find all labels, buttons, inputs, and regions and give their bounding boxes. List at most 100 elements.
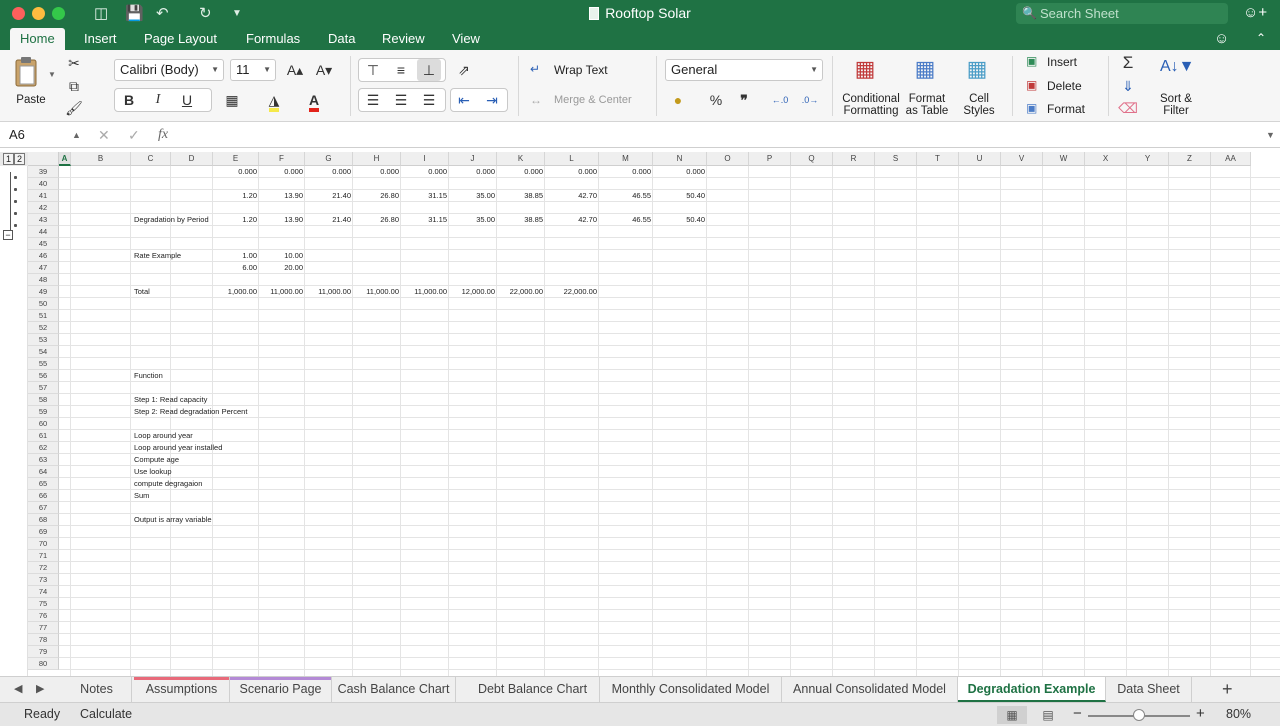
value-cell[interactable]: 1,000.00 xyxy=(213,286,259,298)
row-header[interactable]: 67 xyxy=(28,502,59,514)
copy-icon[interactable]: ⧉ xyxy=(62,75,86,97)
column-header-n[interactable]: N xyxy=(653,152,707,166)
row-header[interactable]: 40 xyxy=(28,178,59,190)
select-all-corner[interactable] xyxy=(28,152,59,166)
column-header-p[interactable]: P xyxy=(749,152,791,166)
tab-review[interactable]: Review xyxy=(372,28,435,50)
conditional-formatting-icon[interactable]: ▦ xyxy=(850,58,880,88)
column-header-x[interactable]: X xyxy=(1085,152,1127,166)
label-cell[interactable]: Rate Example xyxy=(131,250,181,262)
fill-color-icon[interactable]: ◮ xyxy=(262,89,286,112)
value-cell[interactable]: 0.000 xyxy=(213,166,259,178)
row-header[interactable]: 75 xyxy=(28,598,59,610)
collapse-ribbon-icon[interactable]: ⌃ xyxy=(1256,31,1266,45)
delete-cells-button[interactable]: Delete xyxy=(1047,79,1082,93)
row-header[interactable]: 61 xyxy=(28,430,59,442)
row-header[interactable]: 55 xyxy=(28,358,59,370)
value-cell[interactable]: 21.40 xyxy=(305,190,353,202)
zoom-slider-handle[interactable] xyxy=(1133,709,1145,721)
value-cell[interactable]: 13.90 xyxy=(259,190,305,202)
label-cell[interactable]: Loop around year xyxy=(131,430,193,442)
row-header[interactable]: 72 xyxy=(28,562,59,574)
confirm-entry-icon[interactable]: ✓ xyxy=(128,125,140,145)
value-cell[interactable]: 42.70 xyxy=(545,214,599,226)
row-header[interactable]: 58 xyxy=(28,394,59,406)
column-header-w[interactable]: W xyxy=(1043,152,1085,166)
font-size-select[interactable]: 11 ▼ xyxy=(230,59,276,81)
zoom-out-icon[interactable]: − xyxy=(1073,705,1082,722)
column-header-g[interactable]: G xyxy=(305,152,353,166)
page-layout-view-icon[interactable]: ▤ xyxy=(1033,706,1063,724)
sheet-tab-monthly-consolidated-model[interactable]: Monthly Consolidated Model xyxy=(600,677,782,702)
accounting-format-icon[interactable]: ● xyxy=(666,89,690,111)
row-header[interactable]: 43 xyxy=(28,214,59,226)
label-cell[interactable]: Degradation by Period xyxy=(131,214,209,226)
label-cell[interactable]: Step 2: Read degradation Percent xyxy=(131,406,247,418)
collapse-group-button[interactable]: − xyxy=(3,230,13,240)
row-header[interactable]: 51 xyxy=(28,310,59,322)
sheet-tab-cash-balance-chart[interactable]: Cash Balance Chart xyxy=(332,677,456,702)
wrap-text-button[interactable]: Wrap Text xyxy=(554,63,608,77)
align-right-icon[interactable]: ☰ xyxy=(417,89,441,111)
sheet-tab-assumptions[interactable]: Assumptions xyxy=(134,677,230,702)
row-header[interactable]: 39 xyxy=(28,166,59,178)
align-middle-icon[interactable]: ≡ xyxy=(389,59,413,81)
label-cell[interactable]: Step 1: Read capacity xyxy=(131,394,207,406)
value-cell[interactable]: 0.000 xyxy=(401,166,449,178)
value-cell[interactable]: 11,000.00 xyxy=(259,286,305,298)
value-cell[interactable]: 12,000.00 xyxy=(449,286,497,298)
value-cell[interactable]: 11,000.00 xyxy=(305,286,353,298)
insert-cells-button[interactable]: Insert xyxy=(1047,55,1077,69)
value-cell[interactable]: 0.000 xyxy=(653,166,707,178)
tab-data[interactable]: Data xyxy=(318,28,365,50)
column-header-o[interactable]: O xyxy=(707,152,749,166)
column-header-q[interactable]: Q xyxy=(791,152,833,166)
tab-home[interactable]: Home xyxy=(10,28,65,51)
value-cell[interactable]: 26.80 xyxy=(353,214,401,226)
value-cell[interactable]: 11,000.00 xyxy=(353,286,401,298)
label-cell[interactable]: Loop around year installed xyxy=(131,442,222,454)
value-cell[interactable]: 31.15 xyxy=(401,214,449,226)
calculate-button[interactable]: Calculate xyxy=(80,707,132,721)
expand-formula-bar-icon[interactable]: ▼ xyxy=(1266,125,1275,145)
autosum-icon[interactable]: Σ xyxy=(1116,52,1140,74)
value-cell[interactable]: 35.00 xyxy=(449,214,497,226)
comma-style-button[interactable]: ❞ xyxy=(732,89,756,111)
paste-icon[interactable] xyxy=(12,56,42,87)
conditional-formatting-button[interactable]: Conditional Formatting xyxy=(838,93,904,117)
column-header-s[interactable]: S xyxy=(875,152,917,166)
tab-view[interactable]: View xyxy=(442,28,490,50)
row-header[interactable]: 47 xyxy=(28,262,59,274)
sheet-tab-degradation-example[interactable]: Degradation Example xyxy=(958,677,1106,702)
outline-level-1-button[interactable]: 1 xyxy=(3,153,14,165)
increase-indent-icon[interactable]: ⇥ xyxy=(480,89,504,111)
italic-button[interactable]: I xyxy=(146,89,170,111)
increase-font-size-icon[interactable]: A▴ xyxy=(283,59,307,81)
align-bottom-icon[interactable]: ⊥ xyxy=(417,59,441,81)
row-header[interactable]: 53 xyxy=(28,334,59,346)
label-cell[interactable]: Compute age xyxy=(131,454,179,466)
fill-icon[interactable]: ⇓ xyxy=(1116,75,1140,97)
row-header[interactable]: 57 xyxy=(28,382,59,394)
cell-grid[interactable]: 0.000 0.000 0.000 0.000 0.000 0.000 0.000 0.000… xyxy=(59,166,1280,676)
row-header[interactable]: 78 xyxy=(28,634,59,646)
column-header-u[interactable]: U xyxy=(959,152,1001,166)
value-cell[interactable]: 13.90 xyxy=(259,214,305,226)
bold-button[interactable]: B xyxy=(117,89,141,111)
column-header-a[interactable]: A xyxy=(59,152,71,166)
sheet-tab-notes[interactable]: Notes xyxy=(62,677,132,702)
value-cell[interactable]: 0.000 xyxy=(449,166,497,178)
value-cell[interactable]: 21.40 xyxy=(305,214,353,226)
row-header[interactable]: 76 xyxy=(28,610,59,622)
value-cell[interactable]: 0.000 xyxy=(497,166,545,178)
sheet-tab-scenario-page[interactable]: Scenario Page xyxy=(230,677,332,702)
zoom-in-icon[interactable]: + xyxy=(1196,705,1205,722)
paste-button[interactable]: Paste xyxy=(10,94,52,106)
name-box-stepper-icon[interactable]: ▲ xyxy=(72,125,81,145)
value-cell[interactable]: 50.40 xyxy=(653,190,707,202)
column-header-b[interactable]: B xyxy=(71,152,131,166)
value-cell[interactable]: 11,000.00 xyxy=(401,286,449,298)
orientation-icon[interactable]: ⇗ xyxy=(452,59,476,81)
increase-decimal-icon[interactable]: ←.0 xyxy=(768,89,792,111)
align-left-icon[interactable]: ☰ xyxy=(361,89,385,111)
